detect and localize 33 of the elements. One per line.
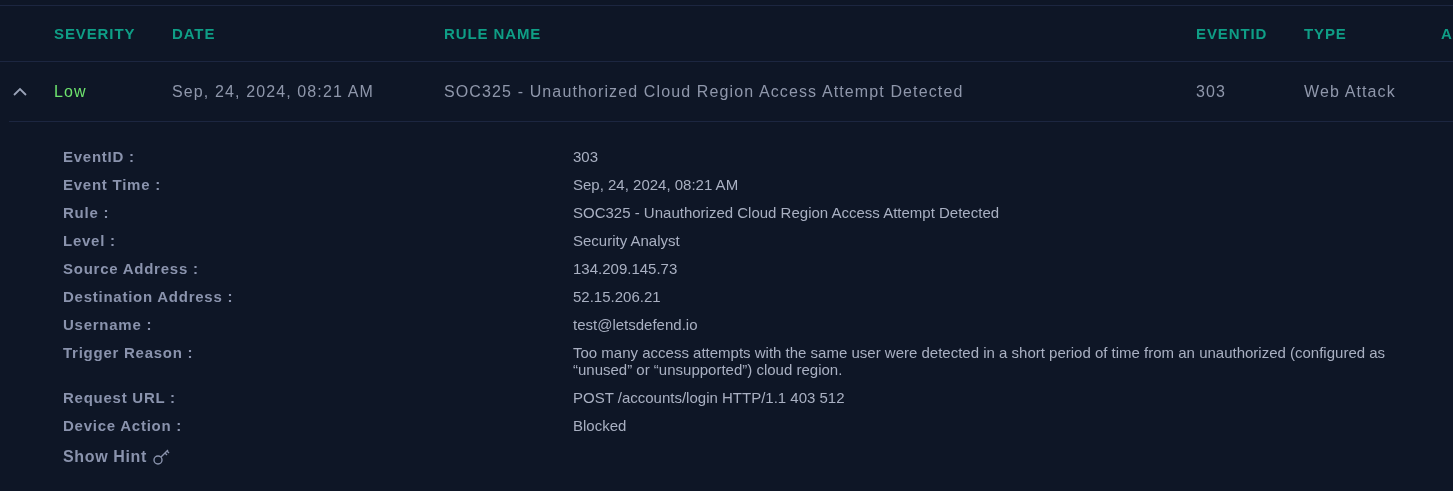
rule-name-cell: SOC325 - Unauthorized Cloud Region Access Attempt Detected: [444, 82, 964, 100]
key-icon: [153, 449, 171, 465]
field-label: Event Time :: [63, 176, 161, 193]
field-value: test@letsdefend.io: [573, 316, 698, 333]
field-value: 52.15.206.21: [573, 288, 661, 305]
severity-cell: Low: [54, 82, 87, 100]
field-label: Level :: [63, 232, 116, 249]
field-value: POST /accounts/login HTTP/1.1 403 512: [573, 389, 845, 406]
field-value: Sep, 24, 2024, 08:21 AM: [573, 176, 739, 193]
event-id-cell: 303: [1196, 82, 1227, 100]
type-cell: Web Attack: [1304, 82, 1396, 100]
field-value: SOC325 - Unauthorized Cloud Region Access Attempt Detected: [573, 204, 1000, 221]
column-header: RULE NAME: [444, 24, 542, 42]
column-header: A: [1441, 24, 1453, 42]
field-label: Device Action :: [63, 417, 183, 434]
field-value: Blocked: [573, 417, 627, 434]
field-label: EventID :: [63, 148, 135, 165]
field-label: Source Address :: [63, 260, 199, 277]
column-header: SEVERITY: [54, 24, 136, 42]
field-value: Too many access attempts with the same user were detected in a short period of time from an unauthorized (configured as “unused” or “unsupported”) cloud region.: [573, 344, 1387, 378]
field-value: Security Analyst: [573, 232, 680, 249]
field-value: 303: [573, 148, 599, 165]
field-label: Trigger Reason :: [63, 344, 194, 361]
column-header: TYPE: [1304, 24, 1347, 42]
field-label: Rule :: [63, 204, 110, 221]
column-header: DATE: [172, 24, 216, 42]
field-label: Request URL :: [63, 389, 176, 406]
field-label: Destination Address :: [63, 288, 234, 305]
show-hint-button[interactable]: Show Hint: [63, 445, 171, 469]
field-value: 134.209.145.73: [573, 260, 678, 277]
field-label: Username :: [63, 316, 153, 333]
date-cell: Sep, 24, 2024, 08:21 AM: [172, 82, 374, 100]
column-header: EVENTID: [1196, 24, 1268, 42]
